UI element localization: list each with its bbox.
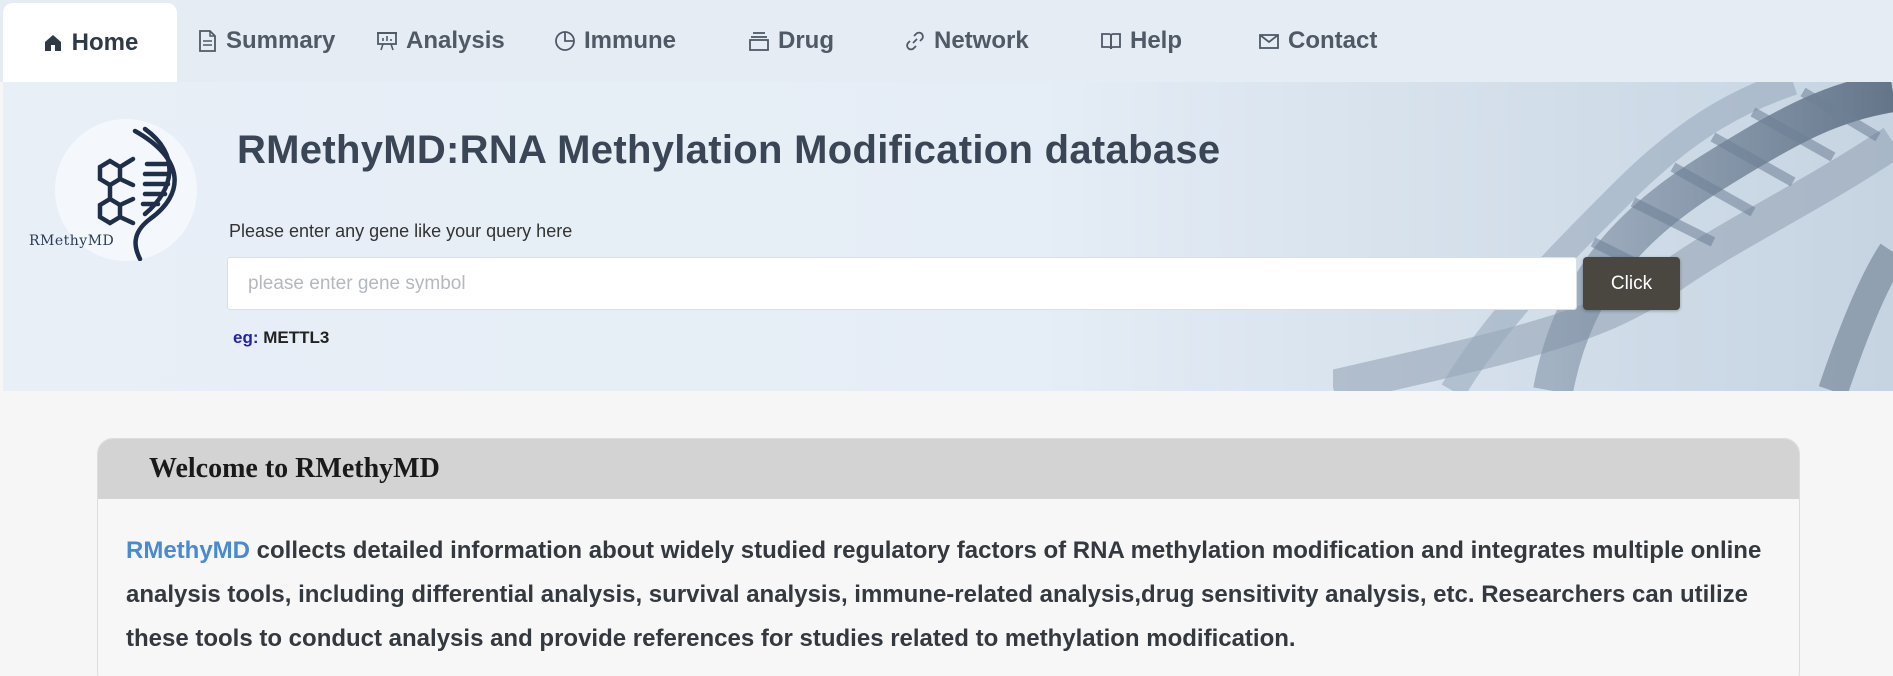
book-icon <box>1100 30 1122 52</box>
nav-analysis-label: Analysis <box>406 27 505 54</box>
search-prompt: Please enter any gene like your query he… <box>229 221 573 241</box>
nav-network[interactable]: Network <box>904 0 1029 82</box>
search-example: eg: METTL3 <box>233 328 329 348</box>
welcome-title: Welcome to RMethyMD <box>149 453 440 484</box>
nav-home-label: Home <box>71 28 139 56</box>
top-nav: Home Summary Analysis Immune Drug Networ… <box>0 0 1893 82</box>
nav-help-label: Help <box>1130 27 1183 54</box>
logo-text: RMethyMD <box>29 233 115 249</box>
nav-home[interactable]: Home <box>3 3 177 82</box>
nav-network-label: Network <box>934 27 1029 54</box>
nav-help[interactable]: Help <box>1100 0 1182 82</box>
document-icon <box>196 30 218 52</box>
nav-immune[interactable]: Immune <box>554 0 676 82</box>
mail-icon <box>1258 30 1280 52</box>
pie-chart-icon <box>554 30 576 52</box>
search-submit-button[interactable]: Click <box>1583 257 1680 310</box>
brand-name: RMethyMD <box>126 537 250 564</box>
link-icon <box>904 30 926 52</box>
nav-summary[interactable]: Summary <box>196 0 335 82</box>
gene-search-input[interactable] <box>227 257 1577 310</box>
example-gene-link[interactable]: METTL3 <box>263 328 329 347</box>
welcome-card: Welcome to RMethyMD RMethyMD collects de… <box>97 438 1800 676</box>
welcome-card-header: Welcome to RMethyMD <box>98 439 1799 499</box>
welcome-description: RMethyMD collects detailed information a… <box>98 499 1799 661</box>
nav-summary-label: Summary <box>226 27 336 54</box>
hero-banner: RMethyMD RMethyMD:RNA Methylation Modifi… <box>3 82 1893 391</box>
example-key: eg: <box>233 328 259 347</box>
nav-contact-label: Contact <box>1288 27 1378 54</box>
home-icon <box>42 32 64 54</box>
archive-box-icon <box>748 30 770 52</box>
presentation-chart-icon <box>376 30 398 52</box>
dna-helix-illustration <box>1333 82 1893 391</box>
nav-drug-label: Drug <box>778 27 834 54</box>
nav-contact[interactable]: Contact <box>1258 0 1377 82</box>
nav-immune-label: Immune <box>584 27 677 54</box>
welcome-text: collects detailed information about wide… <box>126 537 1762 652</box>
nav-analysis[interactable]: Analysis <box>376 0 505 82</box>
nav-drug[interactable]: Drug <box>748 0 834 82</box>
page-title: RMethyMD:RNA Methylation Modification da… <box>237 128 1221 172</box>
